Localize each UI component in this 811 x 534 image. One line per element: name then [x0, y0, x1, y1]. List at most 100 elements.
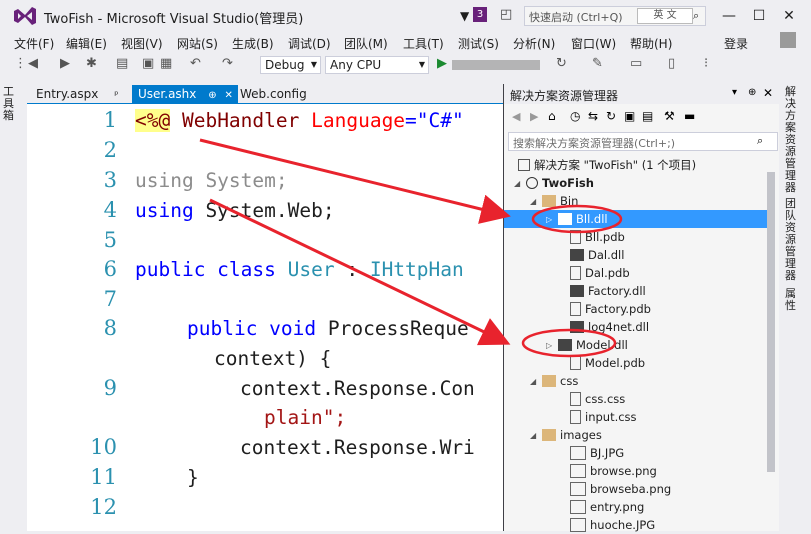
sync-icon[interactable]: ⇆ — [588, 109, 598, 123]
properties-icon[interactable]: ⚒ — [664, 109, 675, 123]
toolbox-tab[interactable]: 工具箱 — [3, 86, 17, 122]
menu-edit[interactable]: 编辑(E) — [66, 35, 107, 52]
save-icon[interactable]: ▣ — [142, 56, 154, 71]
show-all-files-icon[interactable]: ▤ — [642, 109, 653, 123]
close-button[interactable]: ✕ — [779, 6, 799, 26]
tab-web-config[interactable]: Web.config — [240, 85, 307, 103]
tree-item-label: css.css — [585, 392, 626, 406]
tree-item-project[interactable]: ◢ TwoFish — [504, 174, 782, 192]
configuration-select[interactable]: Debug ▼ — [260, 56, 321, 74]
tree-item-label: Factory.dll — [588, 284, 646, 298]
browser-link-icon[interactable]: ✎ — [592, 56, 603, 71]
side-tab-team-explorer[interactable]: 团队资源管理器 — [785, 198, 799, 282]
pin-icon[interactable]: ⊕ — [748, 87, 756, 98]
line-number: 1 — [103, 108, 117, 132]
menu-debug[interactable]: 调试(D) — [288, 35, 331, 52]
vertical-scrollbar[interactable] — [767, 172, 775, 472]
menu-help[interactable]: 帮助(H) — [630, 35, 672, 52]
tree-item-folder-bin[interactable]: ◢ Bin — [504, 192, 798, 210]
tree-item-factory-dll[interactable]: Factory.dll — [504, 282, 811, 300]
forward-icon[interactable]: ▶ — [60, 56, 70, 71]
comment-icon[interactable]: ▭ — [630, 56, 642, 71]
new-project-icon[interactable]: ✱ — [86, 56, 97, 71]
chevron-down-icon[interactable]: ▾ — [732, 87, 737, 98]
redo-icon[interactable]: ↷ — [222, 56, 233, 71]
toolbar-overflow-icon[interactable]: ⁝ — [704, 56, 708, 71]
menu-file[interactable]: 文件(F) — [14, 35, 54, 52]
menu-analyze[interactable]: 分析(N) — [513, 35, 555, 52]
expand-arrow-icon[interactable]: ◢ — [530, 427, 542, 445]
side-tab-solution-explorer[interactable]: 解决方案资源管理器 — [785, 86, 799, 194]
interface-name: IHttpHan — [369, 258, 464, 281]
menu-tools[interactable]: 工具(T) — [403, 35, 444, 52]
tree-item-folder-css[interactable]: ◢ css — [504, 372, 798, 390]
tree-item-bj-jpg[interactable]: BJ.JPG — [504, 444, 811, 462]
debug-target-blurred[interactable] — [452, 60, 540, 70]
tab-user-ashx[interactable]: User.ashx ⊕ ✕ — [132, 85, 238, 103]
menu-build[interactable]: 生成(B) — [232, 35, 274, 52]
bookmark-icon[interactable]: ▯ — [668, 56, 675, 71]
menu-team[interactable]: 团队(M) — [344, 35, 388, 52]
back-icon[interactable]: ◀ — [28, 56, 38, 71]
collapse-arrow-icon[interactable]: ▷ — [546, 337, 558, 355]
pin-icon[interactable]: ᵖ — [114, 90, 118, 101]
line-number: 5 — [103, 228, 117, 252]
tree-item-bll-dll[interactable]: ▷ Bll.dll — [504, 210, 772, 228]
expand-arrow-icon[interactable]: ◢ — [530, 373, 542, 391]
refresh-icon[interactable]: ↻ — [556, 56, 567, 71]
minimize-button[interactable]: — — [719, 6, 739, 26]
pin-icon[interactable]: ⊕ — [208, 90, 216, 101]
search-icon[interactable]: ⌕ — [693, 9, 699, 23]
maximize-button[interactable]: ☐ — [749, 6, 769, 26]
tree-item-model-pdb[interactable]: Model.pdb — [504, 354, 811, 372]
start-debug-icon[interactable]: ▶ — [437, 56, 447, 71]
save-all-icon[interactable]: ▦ — [160, 56, 172, 71]
tree-item-css-css[interactable]: css.css — [504, 390, 811, 408]
tree-item-folder-images[interactable]: ◢ images — [504, 426, 798, 444]
open-file-icon[interactable]: ▤ — [116, 56, 128, 71]
preview-icon[interactable]: ▬ — [684, 109, 695, 123]
solution-search-input[interactable]: 搜索解决方案资源管理器(Ctrl+;) ⌕ — [508, 132, 778, 151]
tree-item-bll-pdb[interactable]: Bll.pdb — [504, 228, 811, 246]
history-icon[interactable]: ◷ — [570, 109, 580, 123]
tree-item-solution[interactable]: 解决方案 "TwoFish" (1 个项目) — [504, 156, 786, 174]
tree-item-dal-dll[interactable]: Dal.dll — [504, 246, 811, 264]
account-icon[interactable] — [780, 32, 796, 48]
search-icon[interactable]: ⌕ — [757, 134, 763, 148]
tree-item-label: Dal.dll — [588, 248, 625, 262]
tab-entry-aspx[interactable]: Entry.aspx ᵖ — [36, 85, 118, 103]
side-tab-properties[interactable]: 属性 — [785, 288, 799, 312]
tree-item-log4net-dll[interactable]: log4net.dll — [504, 318, 811, 336]
tree-item-browseba-png[interactable]: browseba.png — [504, 480, 811, 498]
tree-item-entry-png[interactable]: entry.png — [504, 498, 811, 516]
collapse-arrow-icon[interactable]: ▷ — [546, 211, 558, 229]
solution-explorer-panel: 解决方案资源管理器 ▾ ⊕ ✕ ◀ ▶ ⌂ ◷ ⇆ ↻ ▣ ▤ ⚒ ▬ 搜索解决… — [503, 84, 782, 532]
menu-website[interactable]: 网站(S) — [177, 35, 218, 52]
tree-item-model-dll[interactable]: ▷ Model.dll — [504, 336, 811, 354]
quick-launch-input[interactable]: 快速启动 (Ctrl+Q) 英 文 ⌕ — [524, 6, 706, 26]
home-icon[interactable]: ⌂ — [548, 109, 556, 123]
close-icon[interactable]: ✕ — [763, 86, 773, 100]
login-link[interactable]: 登录 — [724, 35, 748, 52]
tree-item-factory-pdb[interactable]: Factory.pdb — [504, 300, 811, 318]
filter-icon[interactable]: ▼ — [460, 9, 469, 23]
refresh-icon[interactable]: ↻ — [606, 109, 616, 123]
tree-item-huoche-jpg[interactable]: huoche.JPG — [504, 516, 811, 534]
menu-window[interactable]: 窗口(W) — [571, 35, 616, 52]
tree-item-input-css[interactable]: input.css — [504, 408, 811, 426]
expand-arrow-icon[interactable]: ◢ — [514, 175, 526, 193]
close-icon[interactable]: ✕ — [224, 90, 232, 101]
back-icon[interactable]: ◀ — [512, 110, 520, 123]
notification-badge[interactable]: 3 — [473, 7, 487, 22]
code-editor[interactable]: 1 2 3 4 5 6 7 8 9 10 11 12 <%@ WebHandle… — [27, 104, 503, 531]
forward-icon[interactable]: ▶ — [530, 110, 538, 123]
tree-item-browse-png[interactable]: browse.png — [504, 462, 811, 480]
menu-view[interactable]: 视图(V) — [121, 35, 163, 52]
expand-arrow-icon[interactable]: ◢ — [530, 193, 542, 211]
undo-icon[interactable]: ↶ — [190, 56, 201, 71]
platform-select[interactable]: Any CPU ▼ — [325, 56, 429, 74]
feedback-icon[interactable]: ◰ — [500, 7, 512, 22]
collapse-all-icon[interactable]: ▣ — [624, 109, 635, 123]
tree-item-dal-pdb[interactable]: Dal.pdb — [504, 264, 811, 282]
menu-test[interactable]: 测试(S) — [458, 35, 499, 52]
